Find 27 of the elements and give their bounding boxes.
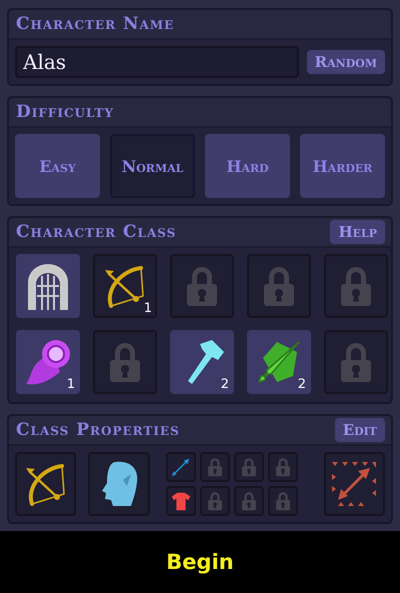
class-slot[interactable] [16,254,80,318]
class-count: 2 [220,377,229,392]
panel-title: Difficulty [16,102,114,122]
race-slot[interactable] [88,452,150,516]
class-count: 1 [66,377,75,392]
panel-title: Character Class [16,222,176,242]
difficulty-button[interactable]: Normal [110,134,195,198]
weapon-slot[interactable] [15,452,76,516]
panel-title: Class Properties [16,420,180,440]
class-count: 1 [144,301,152,316]
class-slot[interactable]: 1 [16,330,80,394]
class-slot[interactable]: 1 [93,254,157,318]
panel-title: Character Name [16,14,174,34]
begin-button[interactable]: Begin [160,549,240,575]
class-slot[interactable]: 2 [170,330,234,394]
class-slot[interactable]: 2 [247,330,311,394]
difficulty-button[interactable]: Easy [15,134,100,198]
item-slot[interactable] [166,452,196,482]
random-button[interactable]: Random [306,50,385,74]
difficulty-button[interactable]: Harder [300,134,385,198]
item-slot[interactable] [166,486,196,516]
edit-button[interactable]: Edit [334,418,385,442]
help-button[interactable]: Help [330,220,385,244]
ability-slot[interactable] [324,452,385,516]
name-field[interactable]: Alas [15,46,299,78]
class-count: 2 [298,377,306,392]
difficulty-button[interactable]: Hard [205,134,290,198]
